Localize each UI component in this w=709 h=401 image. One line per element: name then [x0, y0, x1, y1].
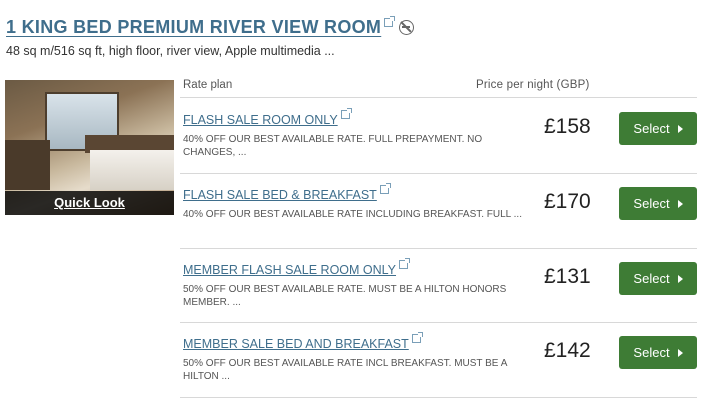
external-link-icon[interactable] [384, 16, 396, 27]
row-divider [180, 397, 697, 398]
external-link-icon [411, 332, 423, 343]
price-header: Price per night (GBP) [476, 79, 590, 91]
external-link-icon [340, 108, 352, 119]
select-button[interactable]: Select [619, 336, 697, 369]
caret-right-icon [677, 348, 683, 357]
room-description: 48 sq m/516 sq ft, high floor, river vie… [6, 44, 335, 58]
rate-description: 40% OFF OUR BEST AVAILABLE RATE. FULL PR… [183, 134, 483, 158]
select-label: Select [633, 271, 670, 286]
caret-right-icon [677, 124, 683, 133]
quick-look-button[interactable]: Quick Look [5, 191, 174, 215]
room-title-link[interactable]: 1 KING BED PREMIUM RIVER VIEW ROOM [6, 17, 381, 38]
room-title: 1 KING BED PREMIUM RIVER VIEW ROOM [6, 16, 415, 38]
select-button[interactable]: Select [619, 187, 697, 220]
header-divider [180, 97, 697, 98]
row-divider [180, 322, 697, 323]
rate-price: £170 [544, 190, 591, 213]
rate-price: £131 [544, 265, 591, 288]
external-link-icon [379, 183, 391, 194]
select-label: Select [633, 345, 670, 360]
rate-name-link[interactable]: MEMBER FLASH SALE ROOM ONLY [183, 258, 411, 277]
rate-row: FLASH SALE BED & BREAKFAST 40% OFF OUR B… [183, 175, 697, 249]
select-button[interactable]: Select [619, 112, 697, 145]
rate-row: FLASH SALE ROOM ONLY 40% OFF OUR BEST AV… [183, 100, 697, 174]
room-thumbnail[interactable]: Quick Look [5, 80, 174, 215]
rate-row: MEMBER SALE BED AND BREAKFAST 50% OFF OU… [183, 324, 697, 398]
rate-name-link[interactable]: FLASH SALE ROOM ONLY [183, 108, 352, 127]
row-divider [180, 248, 697, 249]
rate-description: 40% OFF OUR BEST AVAILABLE RATE INCLUDIN… [183, 209, 522, 220]
no-smoking-icon [399, 20, 415, 35]
select-label: Select [633, 121, 670, 136]
row-divider [180, 173, 697, 174]
rate-row: MEMBER FLASH SALE ROOM ONLY 50% OFF OUR … [183, 250, 697, 324]
thumbnail-desk [5, 140, 50, 190]
select-label: Select [633, 196, 670, 211]
rate-price: £142 [544, 339, 591, 362]
rate-plan-header: Rate plan [183, 79, 233, 91]
external-link-icon [399, 258, 411, 269]
rate-name-link[interactable]: FLASH SALE BED & BREAKFAST [183, 183, 391, 202]
select-button[interactable]: Select [619, 262, 697, 295]
caret-right-icon [677, 274, 683, 283]
rate-name-link[interactable]: MEMBER SALE BED AND BREAKFAST [183, 332, 423, 351]
rate-price: £158 [544, 115, 591, 138]
rate-description: 50% OFF OUR BEST AVAILABLE RATE INCL BRE… [183, 358, 507, 382]
rate-description: 50% OFF OUR BEST AVAILABLE RATE. MUST BE… [183, 284, 507, 308]
caret-right-icon [677, 199, 683, 208]
thumbnail-bed [90, 150, 174, 190]
